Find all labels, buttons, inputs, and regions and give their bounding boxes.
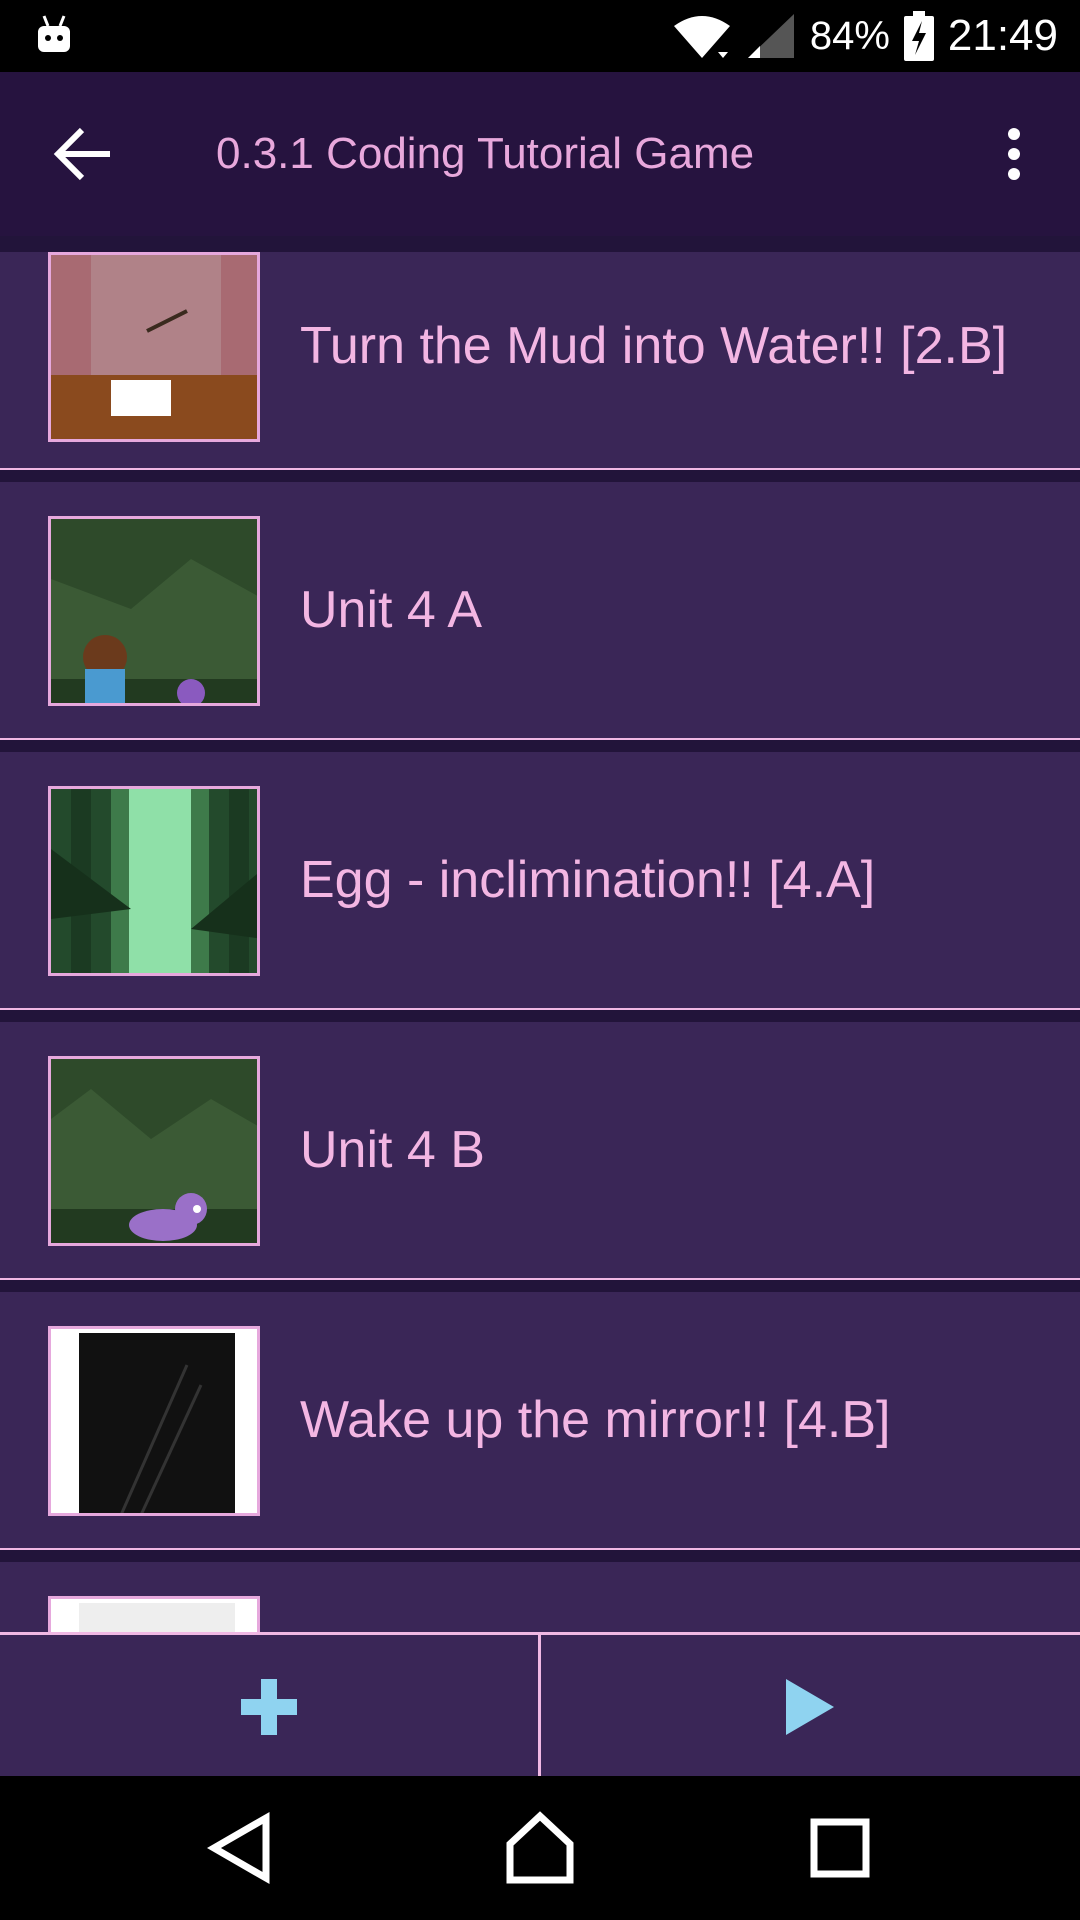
thumbnail-image [51, 1059, 257, 1243]
clock: 21:49 [947, 11, 1058, 60]
wifi-icon [673, 16, 730, 58]
list-item[interactable]: Egg - inclimination!! [4.A] [0, 752, 1080, 1010]
list-item[interactable]: Turn the Mud into Water!! [2.B] [0, 252, 1080, 470]
nav-recents-icon[interactable] [800, 1808, 880, 1888]
add-button[interactable] [0, 1635, 538, 1779]
thumbnail-image [51, 1599, 257, 1632]
thumbnail-unit-4a [48, 516, 260, 706]
plus-icon [241, 1679, 297, 1735]
battery-charging-icon [903, 11, 934, 61]
thumbnail-image [51, 789, 257, 973]
list-item-label: Unit 4 B [300, 1121, 485, 1179]
list-item[interactable] [0, 1562, 1080, 1632]
list-item[interactable]: Wake up the mirror!! [4.B] [0, 1292, 1080, 1550]
nav-home-icon[interactable] [500, 1808, 580, 1888]
battery-percentage: 84% [809, 13, 890, 58]
thumbnail-image [51, 1329, 257, 1513]
play-icon [786, 1679, 834, 1735]
navigation-bar [0, 1776, 1080, 1920]
more-vertical-icon[interactable] [990, 124, 1038, 184]
list-item-label: Unit 4 A [300, 581, 483, 639]
thumbnail-egg [48, 786, 260, 976]
app-title: 0.3.1 Coding Tutorial Game [216, 129, 755, 178]
list-item-label: Wake up the mirror!! [4.B] [300, 1391, 891, 1449]
thumbnail-unit-4b [48, 1056, 260, 1246]
status-bar: 84% 21:49 [0, 0, 1080, 72]
thumbnail-image [51, 255, 257, 439]
list-item-label: Egg - inclimination!! [4.A] [300, 851, 876, 909]
list-item[interactable]: Unit 4 B [0, 1022, 1080, 1280]
thumbnail-mirror [48, 1326, 260, 1516]
app-bar: 0.3.1 Coding Tutorial Game [0, 72, 1080, 236]
level-list[interactable]: Turn the Mud into Water!! [2.B] Unit 4 A [0, 236, 1080, 1632]
list-item[interactable]: Unit 4 A [0, 482, 1080, 740]
thumbnail-image [51, 519, 257, 703]
bottom-action-bar [0, 1632, 1080, 1779]
play-button[interactable] [541, 1635, 1079, 1779]
list-item-label: Turn the Mud into Water!! [2.B] [300, 317, 1008, 375]
thumbnail-partial [48, 1596, 260, 1632]
thumbnail-mud [48, 252, 260, 442]
cell-signal-icon [747, 14, 794, 58]
android-debug-icon [38, 15, 70, 52]
back-arrow-icon[interactable] [50, 124, 116, 184]
nav-back-icon[interactable] [202, 1808, 282, 1888]
